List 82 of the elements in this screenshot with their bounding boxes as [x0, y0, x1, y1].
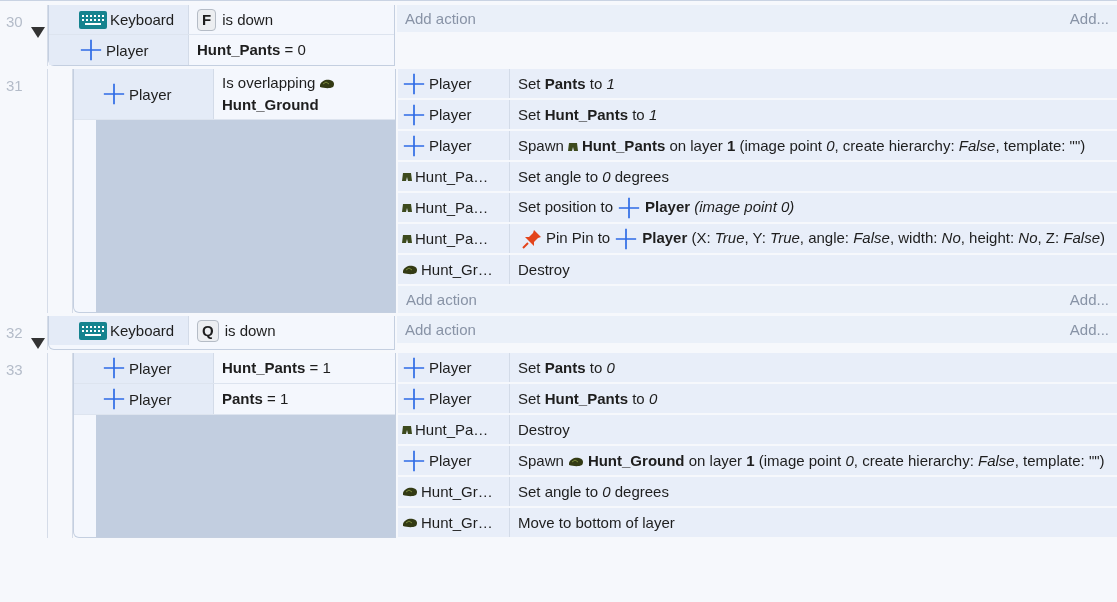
crosshair-icon	[102, 357, 126, 380]
condition-object-cell[interactable]: Keyboard	[49, 5, 189, 34]
crosshair-icon	[402, 387, 426, 410]
ground-sprite-icon	[402, 486, 418, 497]
condition-text: Is overlapping	[222, 74, 316, 91]
condition-text: Hunt_Ground	[222, 96, 319, 113]
ground-sprite-icon	[567, 456, 584, 467]
object-name: Player	[429, 452, 472, 470]
ground-sprite-icon	[402, 517, 418, 528]
crosshair-icon	[79, 39, 103, 61]
action-text: Set Hunt_Pants to 0	[518, 389, 658, 407]
event-number: 33	[6, 361, 23, 379]
key-badge: Q	[197, 319, 219, 342]
action-text: Set Hunt_Pants to 1	[518, 105, 658, 123]
action-text: Destroy	[518, 420, 570, 438]
keyboard-icon	[79, 10, 107, 29]
object-name: Hunt_Pa…	[415, 421, 489, 439]
object-name: Hunt_Gr…	[421, 261, 493, 279]
crosshair-icon	[402, 134, 426, 157]
expand-arrow-icon[interactable]	[31, 25, 45, 39]
crosshair-icon	[102, 388, 126, 411]
keyboard-icon	[79, 321, 107, 340]
object-name: Player	[429, 137, 472, 154]
action-text: Player (image point 0)	[645, 198, 795, 215]
object-name: Player	[429, 75, 472, 92]
action-text: Hunt_Ground on layer 1 (image point 0, create hierarchy: False, template: "")	[587, 451, 1105, 469]
action-text: Pin Pin to	[546, 229, 611, 247]
condition-text: is down	[224, 321, 276, 339]
crosshair-icon	[617, 197, 642, 220]
action-text: Spawn	[518, 136, 564, 154]
crosshair-icon	[402, 103, 426, 126]
object-name: Player	[129, 390, 172, 408]
object-name: Player	[429, 106, 472, 123]
object-name: Player	[106, 41, 149, 59]
condition-object-cell[interactable]: Player	[49, 35, 189, 65]
object-name: Player	[129, 85, 172, 103]
object-name: Hunt_Pa…	[415, 199, 489, 216]
pants-sprite-icon	[402, 233, 412, 244]
action-text: Set position to	[518, 198, 614, 215]
crosshair-icon	[614, 228, 639, 251]
condition-object-cell[interactable]: Player	[74, 353, 214, 384]
crosshair-icon	[402, 356, 426, 379]
condition-text: Hunt_Pants = 1	[222, 359, 331, 377]
object-name: Player	[129, 359, 172, 377]
crosshair-icon	[402, 449, 426, 472]
action-text: Destroy	[518, 260, 570, 278]
object-name: Keyboard	[110, 11, 175, 28]
event-number: 31	[6, 77, 23, 94]
action-text: Set angle to 0 degrees	[518, 482, 669, 500]
object-name: Player	[429, 359, 472, 377]
action-text: Spawn	[518, 451, 564, 469]
event-number: 32	[6, 324, 23, 342]
action-text: Set Pants to 0	[518, 358, 615, 376]
expand-arrow-icon[interactable]	[31, 336, 45, 351]
condition-text: is down	[222, 10, 274, 28]
crosshair-icon	[402, 72, 426, 95]
event-number: 30	[6, 13, 23, 30]
crosshair-icon	[102, 83, 126, 105]
object-name: Keyboard	[110, 322, 175, 340]
action-text: Set angle to 0 degrees	[518, 167, 669, 185]
pants-sprite-icon	[402, 424, 412, 435]
condition-object-cell[interactable]: Keyboard	[49, 316, 189, 346]
pushpin-icon	[522, 229, 542, 250]
condition-text: Pants = 1	[222, 390, 289, 408]
pants-sprite-icon	[402, 202, 412, 213]
action-text: Set Pants to 1	[518, 74, 615, 92]
action-text: Move to bottom of layer	[518, 513, 675, 531]
object-name: Hunt_Pa…	[415, 230, 489, 248]
object-name: Player	[429, 390, 472, 408]
condition-text: Hunt_Pants = 0	[197, 41, 306, 58]
ground-sprite-icon	[402, 264, 418, 275]
pants-sprite-icon	[567, 141, 578, 152]
action-text: Hunt_Pants on layer 1 (image point 0, create hierarchy: False, template: "")	[581, 136, 1086, 154]
object-name: Hunt_Gr…	[421, 483, 493, 501]
action-text: Player (X: True, Y: True, angle: False, width: No, height: No, Z: False)	[642, 229, 1106, 247]
object-name: Hunt_Pa…	[415, 168, 489, 185]
key-badge: F	[197, 8, 217, 31]
condition-object-cell[interactable]: Player	[74, 384, 214, 415]
ground-sprite-icon	[319, 79, 336, 90]
pants-sprite-icon	[402, 171, 412, 182]
object-name: Hunt_Gr…	[421, 514, 493, 532]
condition-object-cell[interactable]: Player	[74, 69, 214, 119]
